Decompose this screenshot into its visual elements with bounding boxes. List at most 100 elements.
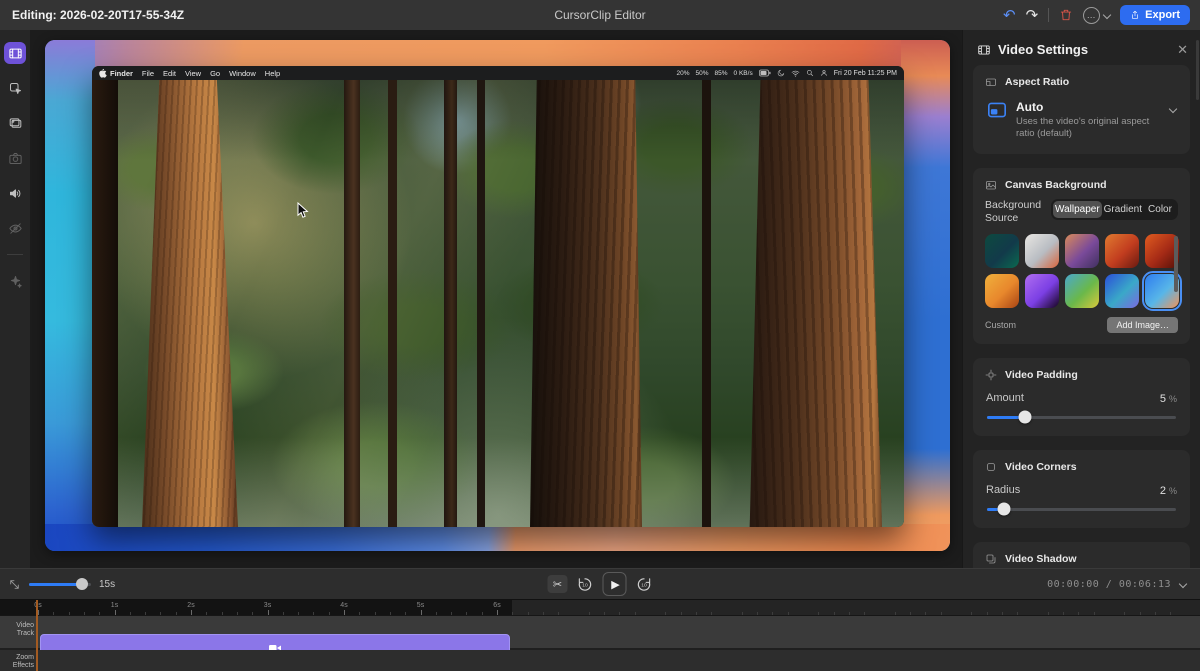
menubar-menu-help: Help: [265, 69, 280, 78]
ellipsis-icon: …: [1083, 7, 1100, 24]
ruler-tick-minor: [451, 612, 452, 615]
resize-diagonal-icon: [8, 578, 21, 591]
sidebar-item-clips[interactable]: [4, 42, 26, 64]
sidebar-item-camera[interactable]: [4, 147, 26, 169]
moon-icon: [777, 69, 785, 77]
wallpaper-thumb-spring-hills[interactable]: [1065, 274, 1099, 308]
ruler-tick-major: [344, 610, 345, 615]
section-title: Aspect Ratio: [1005, 76, 1069, 88]
close-icon[interactable]: ✕: [1177, 43, 1188, 56]
ruler-tick-major: [115, 610, 116, 615]
wallpaper-thumb-teal-waves[interactable]: [985, 234, 1019, 268]
skip-back-10-icon[interactable]: 10: [577, 576, 594, 593]
panel-header: Video Settings ✕: [963, 30, 1200, 65]
auto-aspect-icon: [987, 101, 1007, 119]
export-button[interactable]: Export: [1120, 5, 1190, 25]
redo-icon[interactable]: ↷: [1026, 8, 1039, 23]
slider-knob[interactable]: [998, 503, 1011, 516]
ruler-tick-minor: [543, 612, 544, 615]
corners-slider[interactable]: [987, 508, 1176, 511]
ruler-tick-label: 5s: [417, 602, 424, 609]
ruler-tick-minor: [864, 612, 865, 615]
delete-icon[interactable]: [1059, 8, 1073, 22]
ruler-tick-major: [191, 610, 192, 615]
ruler-tick-minor: [466, 612, 467, 615]
tree-trunk: [388, 80, 397, 527]
split-clip-button[interactable]: ✂: [548, 575, 568, 593]
timecode-display: 00:00:00 / 00:06:13: [1047, 569, 1186, 599]
sidebar-item-media[interactable]: [4, 112, 26, 134]
wallpaper-thumb-neon-bloom[interactable]: [1025, 274, 1059, 308]
segment-wallpaper[interactable]: Wallpaper: [1053, 201, 1102, 218]
ruler-tick-minor: [818, 612, 819, 615]
padding-unit: %: [1169, 394, 1177, 404]
menubar-menus: FinderFileEditViewGoWindowHelp: [110, 69, 280, 78]
scissors-icon: ✂: [553, 578, 562, 591]
ruler-tick-minor: [130, 612, 131, 615]
ruler-tick-minor: [206, 612, 207, 615]
ruler-tick-label: 2s: [187, 602, 194, 609]
ruler-tick-minor: [222, 612, 223, 615]
play-button[interactable]: ▶: [603, 572, 627, 596]
zoom-effects-row[interactable]: [0, 650, 1200, 671]
select-cursor-icon: [8, 81, 23, 96]
wallpaper-thumb-snow-ridge[interactable]: [1025, 234, 1059, 268]
ruler-tick-minor: [298, 612, 299, 615]
thumbnail-scrollbar[interactable]: [1174, 236, 1178, 292]
panel-scrollbar[interactable]: [1196, 40, 1199, 100]
slider-knob[interactable]: [1018, 411, 1031, 424]
undo-icon[interactable]: ↶: [1003, 8, 1016, 23]
section-title: Canvas Background: [1005, 179, 1107, 191]
wallpaper-thumb-blue-flow[interactable]: [1105, 274, 1139, 308]
menubar-menu-view: View: [185, 69, 201, 78]
skip-forward-10-icon[interactable]: 10: [636, 576, 653, 593]
aspect-ratio-value: Auto: [1016, 100, 1161, 114]
ruler-tick-minor: [834, 612, 835, 615]
ruler-tick-minor: [375, 612, 376, 615]
zoom-slider[interactable]: [29, 583, 91, 586]
slider-knob[interactable]: [76, 578, 88, 590]
wallpaper-thumbnail-grid: [985, 234, 1170, 308]
ruler-tick-minor: [84, 612, 85, 615]
menubar-menu-finder: Finder: [110, 69, 133, 78]
ruler-tick-minor: [665, 612, 666, 615]
zoom-duration-label: 15s: [99, 579, 115, 590]
tree-trunk: [142, 80, 238, 527]
video-track-label: Video Track: [0, 622, 34, 639]
ruler-tick-minor: [1048, 612, 1049, 615]
video-preview[interactable]: FinderFileEditViewGoWindowHelp 20%50%85%…: [92, 66, 904, 527]
padding-slider[interactable]: [987, 416, 1176, 419]
timeline-ruler[interactable]: 0s1s2s3s4s5s6s: [0, 600, 1200, 616]
section-title: Video Shadow: [1005, 553, 1077, 565]
wallpaper-thumb-red-bloom[interactable]: [1105, 234, 1139, 268]
chevron-down-icon: [1103, 11, 1111, 19]
ruler-tick-minor: [390, 612, 391, 615]
segment-gradient[interactable]: Gradient: [1102, 201, 1144, 218]
wallpaper-thumb-amber-bloom[interactable]: [985, 274, 1019, 308]
sidebar-item-selection[interactable]: [4, 77, 26, 99]
ruler-tick-minor: [742, 612, 743, 615]
wallpaper-thumb-purple-dunes[interactable]: [1065, 234, 1099, 268]
add-image-button[interactable]: Add Image…: [1107, 317, 1178, 333]
sidebar-item-visibility[interactable]: [4, 217, 26, 239]
sidebar-item-effects[interactable]: [4, 270, 26, 292]
ruler-tick-minor: [1094, 612, 1095, 615]
segment-color[interactable]: Color: [1144, 201, 1176, 218]
aspect-ratio-dropdown[interactable]: Auto Uses the video's original aspect ra…: [985, 96, 1178, 143]
ruler-tick-minor: [99, 612, 100, 615]
video-track-row: [0, 616, 1200, 648]
aspect-ratio-card: Aspect Ratio Auto Uses the video's origi…: [973, 65, 1190, 154]
playhead[interactable]: [36, 600, 38, 671]
ruler-tick-minor: [772, 612, 773, 615]
video-padding-icon: [985, 369, 997, 381]
ruler-tick-minor: [145, 612, 146, 615]
sidebar-item-audio[interactable]: [4, 182, 26, 204]
wifi-icon: [791, 70, 800, 77]
padding-value: 5: [1160, 393, 1166, 405]
speaker-icon: [8, 186, 23, 201]
chevron-down-icon[interactable]: [1179, 580, 1187, 588]
playback-controls: ✂ 10 ▶ 10: [548, 569, 653, 599]
more-options-button[interactable]: …: [1083, 7, 1110, 24]
menubar-status-item: 50%: [696, 70, 709, 77]
ruler-tick-minor: [910, 612, 911, 615]
